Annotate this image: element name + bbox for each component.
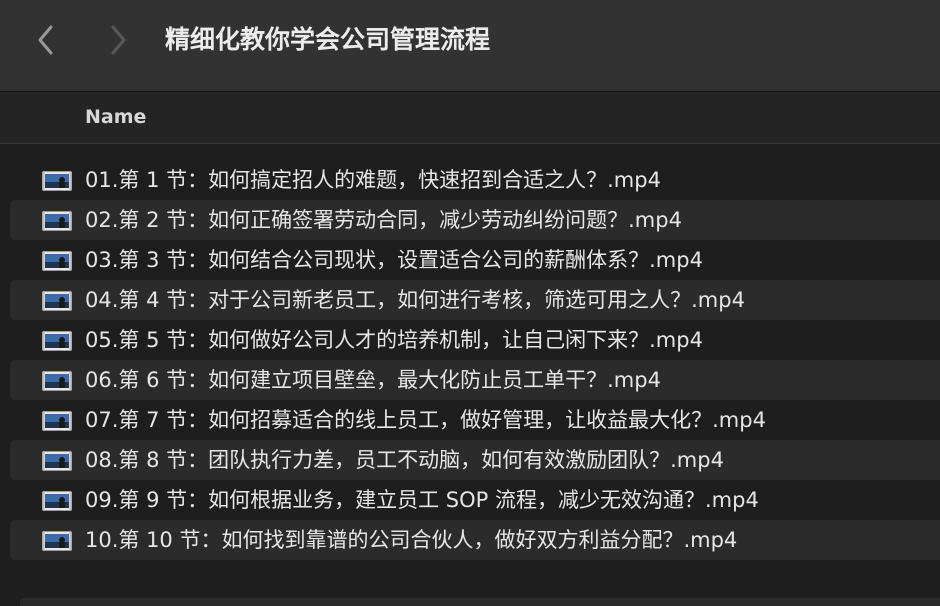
chevron-left-icon	[38, 25, 53, 55]
video-file-icon	[42, 371, 72, 391]
file-row[interactable]: 02.第 2 节：如何正确签署劳动合同，减少劳动纠纷问题？.mp4	[10, 200, 940, 240]
file-row[interactable]: 08.第 8 节：团队执行力差，员工不动脑，如何有效激励团队？.mp4	[10, 440, 940, 480]
video-file-icon	[42, 531, 72, 551]
list-bottom-row	[20, 598, 940, 606]
file-name: 02.第 2 节：如何正确签署劳动合同，减少劳动纠纷问题？.mp4	[85, 208, 682, 232]
title-bar: 精细化教你学会公司管理流程	[0, 0, 940, 92]
file-row[interactable]: 09.第 9 节：如何根据业务，建立员工 SOP 流程，减少无效沟通？.mp4	[10, 480, 940, 520]
file-name: 06.第 6 节：如何建立项目壁垒，最大化防止员工单干？.mp4	[85, 368, 661, 392]
file-row[interactable]: 07.第 7 节：如何招募适合的线上员工，做好管理，让收益最大化？.mp4	[10, 400, 940, 440]
name-column-header[interactable]: Name	[85, 106, 146, 128]
back-button[interactable]	[28, 20, 64, 60]
file-row[interactable]: 10.第 10 节：如何找到靠谱的公司合伙人，做好双方利益分配？.mp4	[10, 520, 940, 560]
file-row[interactable]: 06.第 6 节：如何建立项目壁垒，最大化防止员工单干？.mp4	[10, 360, 940, 400]
video-file-icon	[42, 251, 72, 271]
forward-button[interactable]	[100, 20, 136, 60]
video-file-icon	[42, 491, 72, 511]
finder-window: 精细化教你学会公司管理流程 Name 01.第 1 节：如何搞定招人的难题，快速…	[0, 0, 940, 606]
video-file-icon	[42, 451, 72, 471]
file-name: 04.第 4 节：对于公司新老员工，如何进行考核，筛选可用之人？.mp4	[85, 288, 745, 312]
window-title: 精细化教你学会公司管理流程	[165, 25, 491, 54]
video-file-icon	[42, 171, 72, 191]
file-row[interactable]: 04.第 4 节：对于公司新老员工，如何进行考核，筛选可用之人？.mp4	[10, 280, 940, 320]
video-file-icon	[42, 331, 72, 351]
file-name: 10.第 10 节：如何找到靠谱的公司合伙人，做好双方利益分配？.mp4	[85, 528, 738, 552]
file-name: 07.第 7 节：如何招募适合的线上员工，做好管理，让收益最大化？.mp4	[85, 408, 766, 432]
file-name: 03.第 3 节：如何结合公司现状，设置适合公司的薪酬体系？.mp4	[85, 248, 703, 272]
file-name: 09.第 9 节：如何根据业务，建立员工 SOP 流程，减少无效沟通？.mp4	[85, 488, 759, 512]
video-file-icon	[42, 291, 72, 311]
file-row[interactable]: 05.第 5 节：如何做好公司人才的培养机制，让自己闲下来？.mp4	[10, 320, 940, 360]
file-name: 01.第 1 节：如何搞定招人的难题，快速招到合适之人？.mp4	[85, 168, 661, 192]
file-name: 08.第 8 节：团队执行力差，员工不动脑，如何有效激励团队？.mp4	[85, 448, 724, 472]
file-row[interactable]: 03.第 3 节：如何结合公司现状，设置适合公司的薪酬体系？.mp4	[10, 240, 940, 280]
file-row[interactable]: 01.第 1 节：如何搞定招人的难题，快速招到合适之人？.mp4	[10, 160, 940, 200]
column-header: Name	[0, 92, 940, 144]
file-list: 01.第 1 节：如何搞定招人的难题，快速招到合适之人？.mp4 02.第 2 节…	[0, 160, 940, 560]
chevron-right-icon	[111, 25, 126, 55]
video-file-icon	[42, 211, 72, 231]
file-name: 05.第 5 节：如何做好公司人才的培养机制，让自己闲下来？.mp4	[85, 328, 703, 352]
video-file-icon	[42, 411, 72, 431]
